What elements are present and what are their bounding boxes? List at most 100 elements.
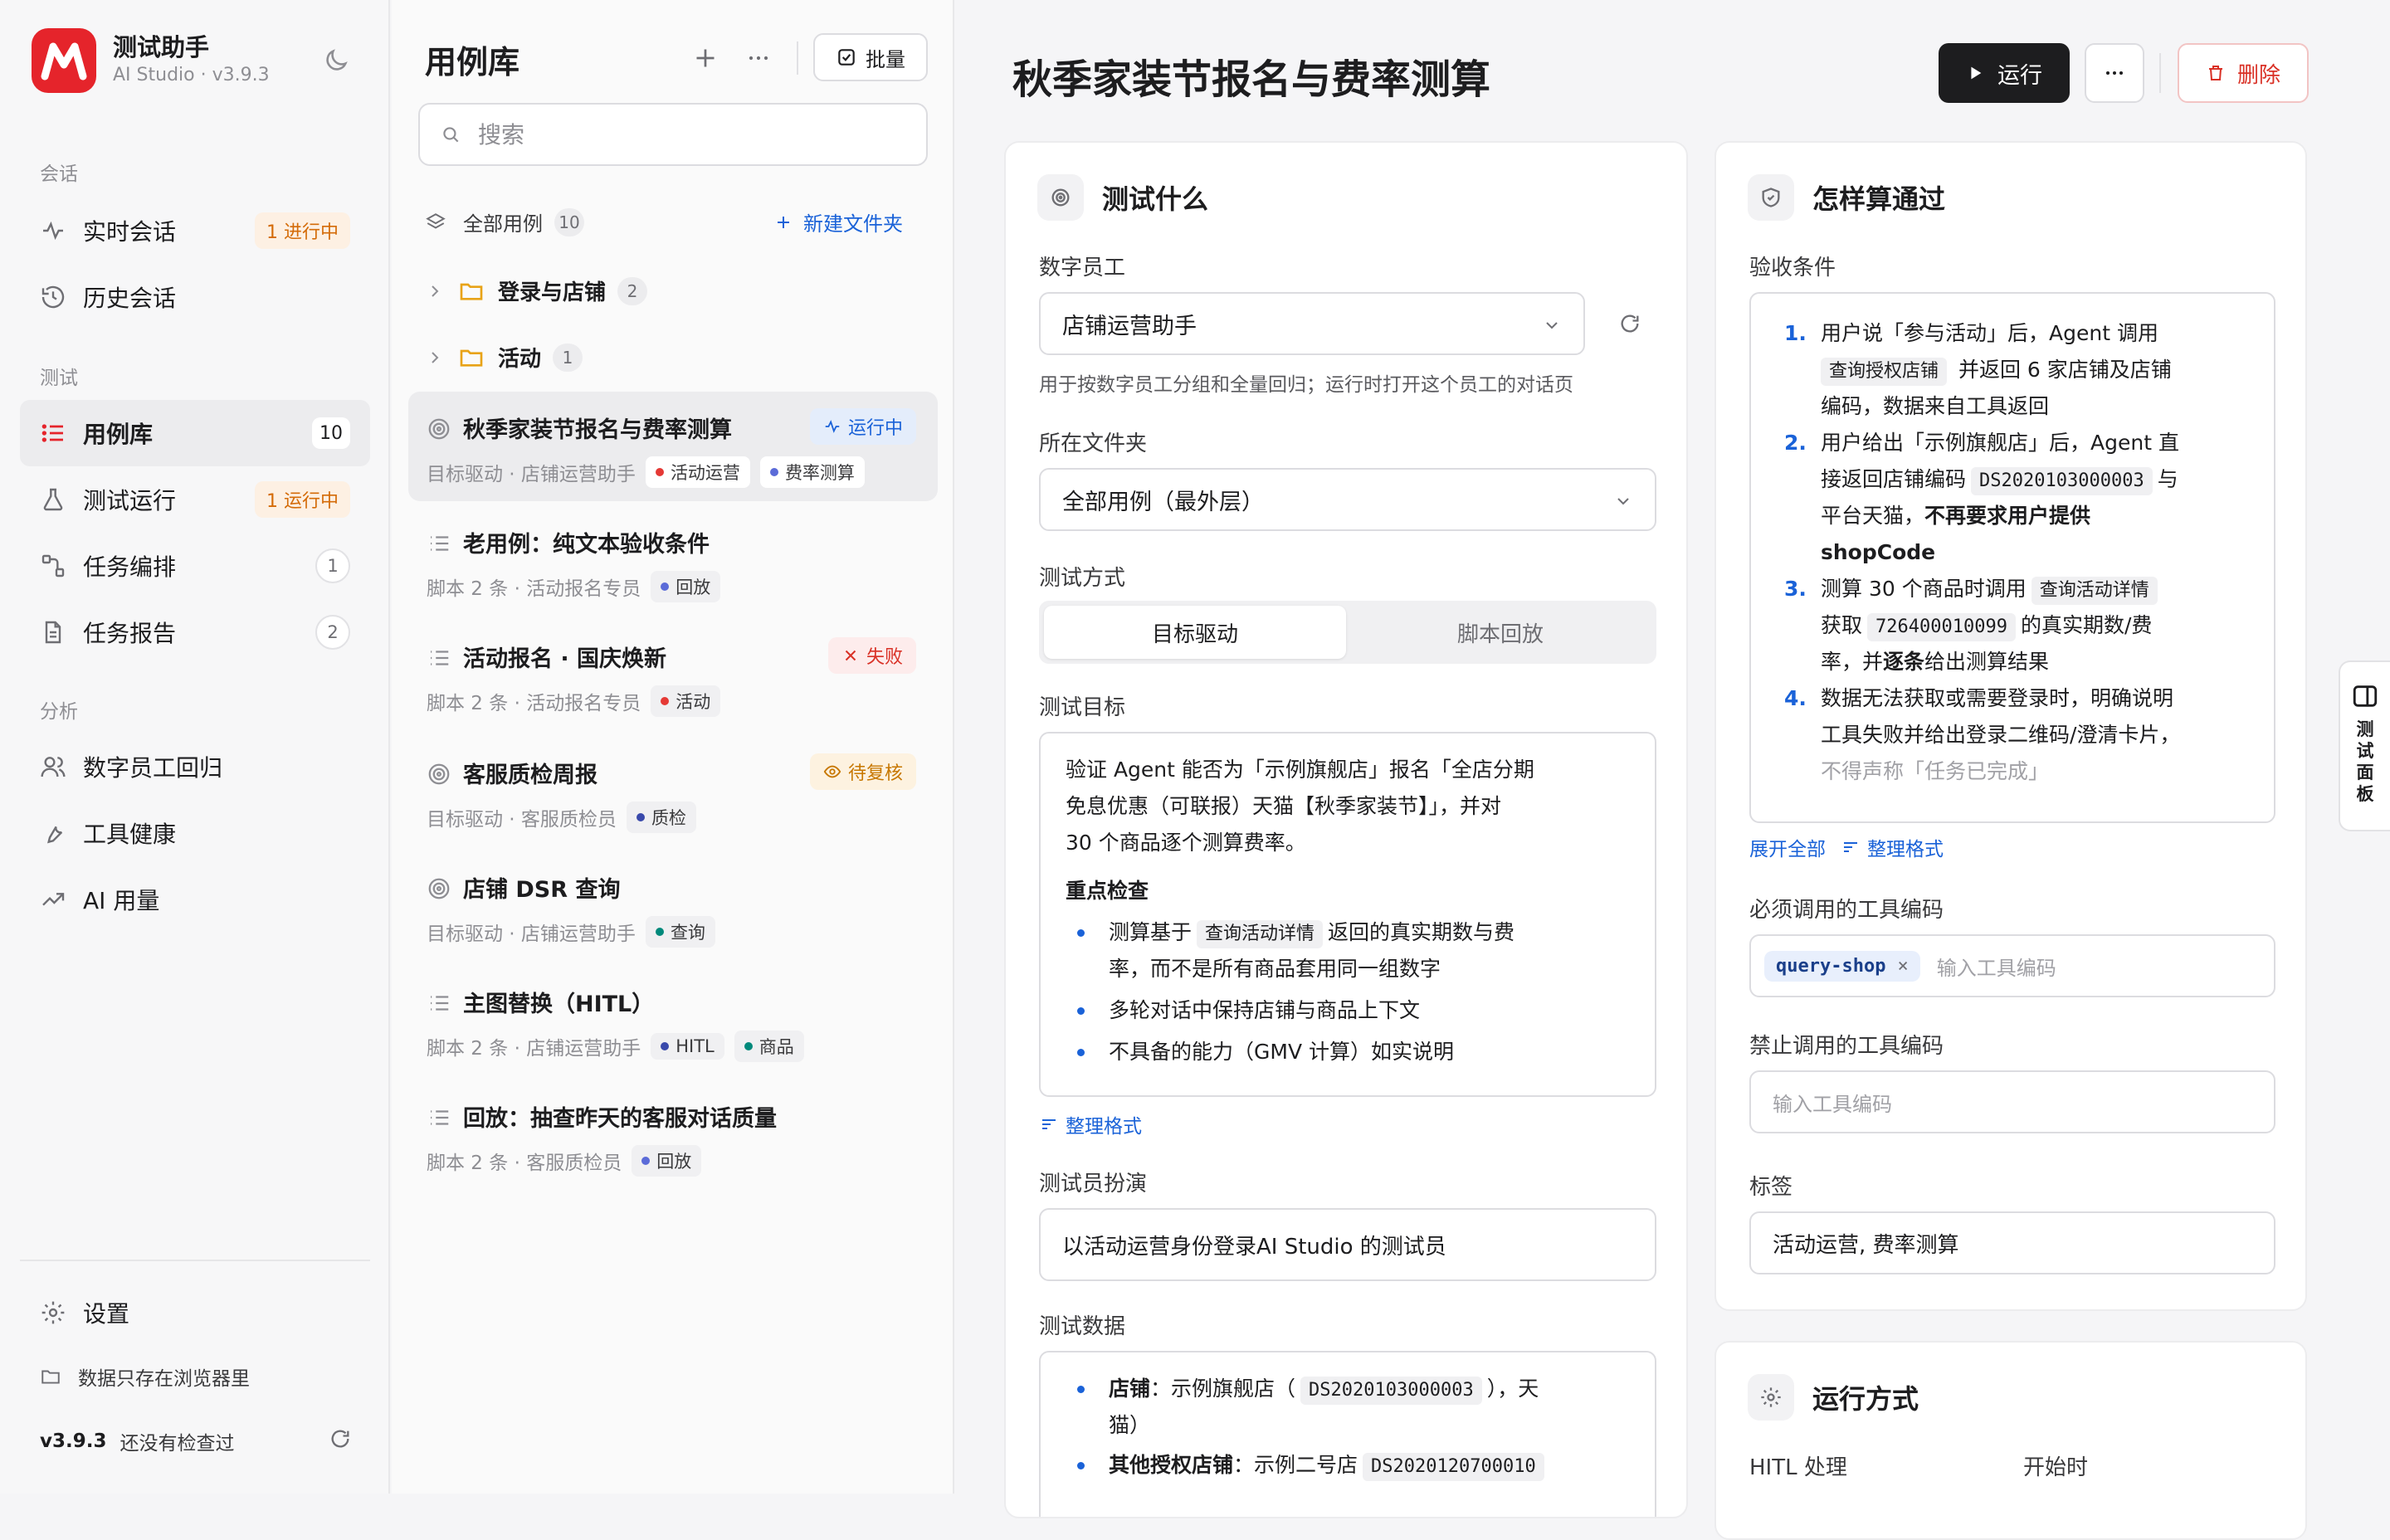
required-tools-input[interactable]: query-shop × 输入工具编码 [1749,934,2275,997]
required-tools-label: 必须调用的工具编码 [1749,898,1944,923]
card-title: 测试什么 [1102,183,1209,215]
settings-button[interactable]: 设置 [40,1296,129,1329]
forbidden-tools-input[interactable]: 输入工具编码 [1749,1070,2275,1133]
case-library-panel: 用例库 批量 全部用例 10 新建文件夹 登录与店铺 2 活动 1 秋季家装节报… [392,0,954,1494]
persona-input[interactable]: 以活动运营身份登录AI Studio 的测试员 [1039,1208,1656,1281]
case-item[interactable]: 秋季家装节报名与费率测算 运行中 目标驱动 · 店铺运营助手 活动运营 费率测算 [408,392,938,501]
tool-code: 查询活动详情 [1197,920,1324,948]
plus-icon[interactable] [690,43,720,73]
search-box[interactable] [418,103,928,166]
new-folder-button[interactable]: 新建文件夹 [773,207,903,236]
sidebar-item-history[interactable]: 历史会话 [20,264,370,330]
criteria-item: 2. 用户给出「示例旗舰店」后，Agent 直 接返回店铺编码 DS2020103… [1784,431,2179,564]
folder-row[interactable]: 活动 1 [425,342,583,373]
folder-icon [460,349,483,367]
case-item[interactable]: 活动报名 · 国庆焕新 失败 脚本 2 条 · 活动报名专员 活动 [408,621,938,730]
sidebar-item-ai-usage[interactable]: AI 用量 [20,866,370,933]
sidebar-item-tool-health[interactable]: 工具健康 [20,800,370,866]
history-icon [40,284,66,310]
status-badge: 1 运行中 [255,481,350,518]
panel-icon [2353,685,2378,707]
mode-label: 测试方式 [1039,566,1126,591]
more-button[interactable] [2085,43,2144,103]
criteria-item: 1. 用户说「参与活动」后，Agent 调用 查询授权店铺 并返回 6 家店铺及… [1784,321,2172,418]
sidebar-item-orchestration[interactable]: 任务编排 1 [20,533,370,599]
test-panel-tab[interactable]: 测试面板 [2339,660,2390,831]
persona-label: 测试员扮演 [1039,1172,1148,1196]
employee-label: 数字员工 [1039,256,1126,280]
case-item[interactable]: 客服质检周报 待复核 目标驱动 · 客服质检员 质检 [408,737,938,846]
close-icon[interactable]: × [1897,956,1908,977]
case-title: 老用例：纯文本验收条件 [463,532,710,558]
mode-goal-option[interactable]: 目标驱动 [1044,606,1346,659]
more-icon[interactable] [744,43,773,73]
criteria-textarea[interactable]: 1. 用户说「参与活动」后，Agent 调用 查询授权店铺 并返回 6 家店铺及… [1749,292,2275,823]
case-meta: 目标驱动 · 客服质检员 质检 [427,802,696,833]
list-icon [40,420,66,446]
goal-label: 测试目标 [1039,695,1126,720]
run-button[interactable]: 运行 [1939,43,2070,103]
sidebar-item-case-library[interactable]: 用例库 10 [20,400,370,466]
format-button[interactable]: 整理格式 [1841,833,1944,861]
batch-button[interactable]: 批量 [813,33,928,81]
data-item: 店铺：示例旗舰店（ DS2020103000003 ），天 猫） [1066,1371,1630,1444]
script-list-icon [431,651,449,665]
sidebar-item-employee-regression[interactable]: 数字员工回归 [20,733,370,800]
folder-icon [40,1366,61,1387]
format-icon [1844,842,1857,852]
sidebar-item-label: 测试运行 [83,487,177,514]
criteria-item: 3. 测算 30 个商品时调用 查询活动详情 获取 726400010099 的真实期… [1784,571,2249,680]
mode-replay-option[interactable]: 脚本回放 [1349,606,1651,659]
count-badge: 1 [315,548,350,583]
case-item[interactable]: 主图替换（HITL） 脚本 2 条 · 店铺运营助手 HITL 商品 [408,966,938,1075]
folder-select[interactable]: 全部用例（最外层） [1039,468,1656,531]
folder-label: 所在文件夹 [1039,431,1148,456]
expand-all-button[interactable]: 展开全部 [1749,833,1826,861]
target-icon [428,418,450,440]
plus-icon [778,216,789,228]
section-label-analysis: 分析 [40,701,78,723]
users-icon [40,753,66,780]
trash-icon [2208,66,2222,80]
shield-check-icon [1748,174,1794,221]
batch-label: 批量 [866,47,905,71]
gear-icon [1748,1374,1794,1421]
case-item[interactable]: 店铺 DSR 查询 目标驱动 · 店铺运营助手 查询 [408,851,938,961]
tool-chip[interactable]: query-shop × [1764,950,1920,982]
storage-note: 数据只存在浏览器里 [40,1362,250,1391]
employee-select[interactable]: 店铺运营助手 [1039,292,1585,355]
folder-row[interactable]: 登录与店铺 2 [425,275,648,306]
case-meta: 脚本 2 条 · 活动报名专员 回放 [427,571,721,602]
search-input[interactable] [476,119,908,149]
tags-input[interactable]: 活动运营, 费率测算 [1749,1211,2275,1274]
case-item[interactable]: 老用例：纯文本验收条件 脚本 2 条 · 活动报名专员 回放 [408,506,938,616]
refresh-icon[interactable] [329,1427,352,1450]
test-data-label: 测试数据 [1039,1314,1126,1339]
tag: 回放 [651,571,721,602]
sidebar-item-test-runs[interactable]: 测试运行 1 运行中 [20,466,370,533]
sidebar-item-reports[interactable]: 任务报告 2 [20,599,370,665]
pulse-icon [825,420,840,433]
tag: 质检 [626,802,696,833]
storage-note-text: 数据只存在浏览器里 [78,1368,250,1390]
count-badge: 2 [617,276,648,305]
delete-button[interactable]: 删除 [2178,43,2309,103]
goal-textarea[interactable]: 验证 Agent 能否为「示例旗舰店」报名「全店分期 免息优惠（可联报）天猫【秋… [1039,732,1656,1097]
tag: 查询 [645,916,715,948]
case-item[interactable]: 回放：抽查昨天的客服对话质量 脚本 2 条 · 客服质检员 回放 [408,1080,938,1190]
refresh-icon[interactable] [1618,312,1641,335]
folder-name: 活动 [498,347,542,372]
all-cases-row[interactable]: 全部用例 10 [425,207,584,236]
moon-icon[interactable] [322,46,350,75]
status-badge: 待复核 [809,753,916,790]
sidebar-item-label: AI 用量 [83,887,160,914]
version-row: v3.9.3 还没有检查过 [40,1427,234,1455]
case-title: 秋季家装节报名与费率测算 [463,417,732,443]
chevron-down-icon [1617,498,1629,505]
case-detail: 秋季家装节报名与费率测算 运行 删除 测试什么 数字员工 店铺运营助手 用于按数… [956,0,2390,1540]
trend-up-icon [40,886,66,913]
layers-icon [425,212,446,233]
format-button[interactable]: 整理格式 [1039,1110,1142,1138]
sidebar-item-live-session[interactable]: 实时会话 1 进行中 [20,197,370,264]
sidebar-divider [20,1260,370,1261]
